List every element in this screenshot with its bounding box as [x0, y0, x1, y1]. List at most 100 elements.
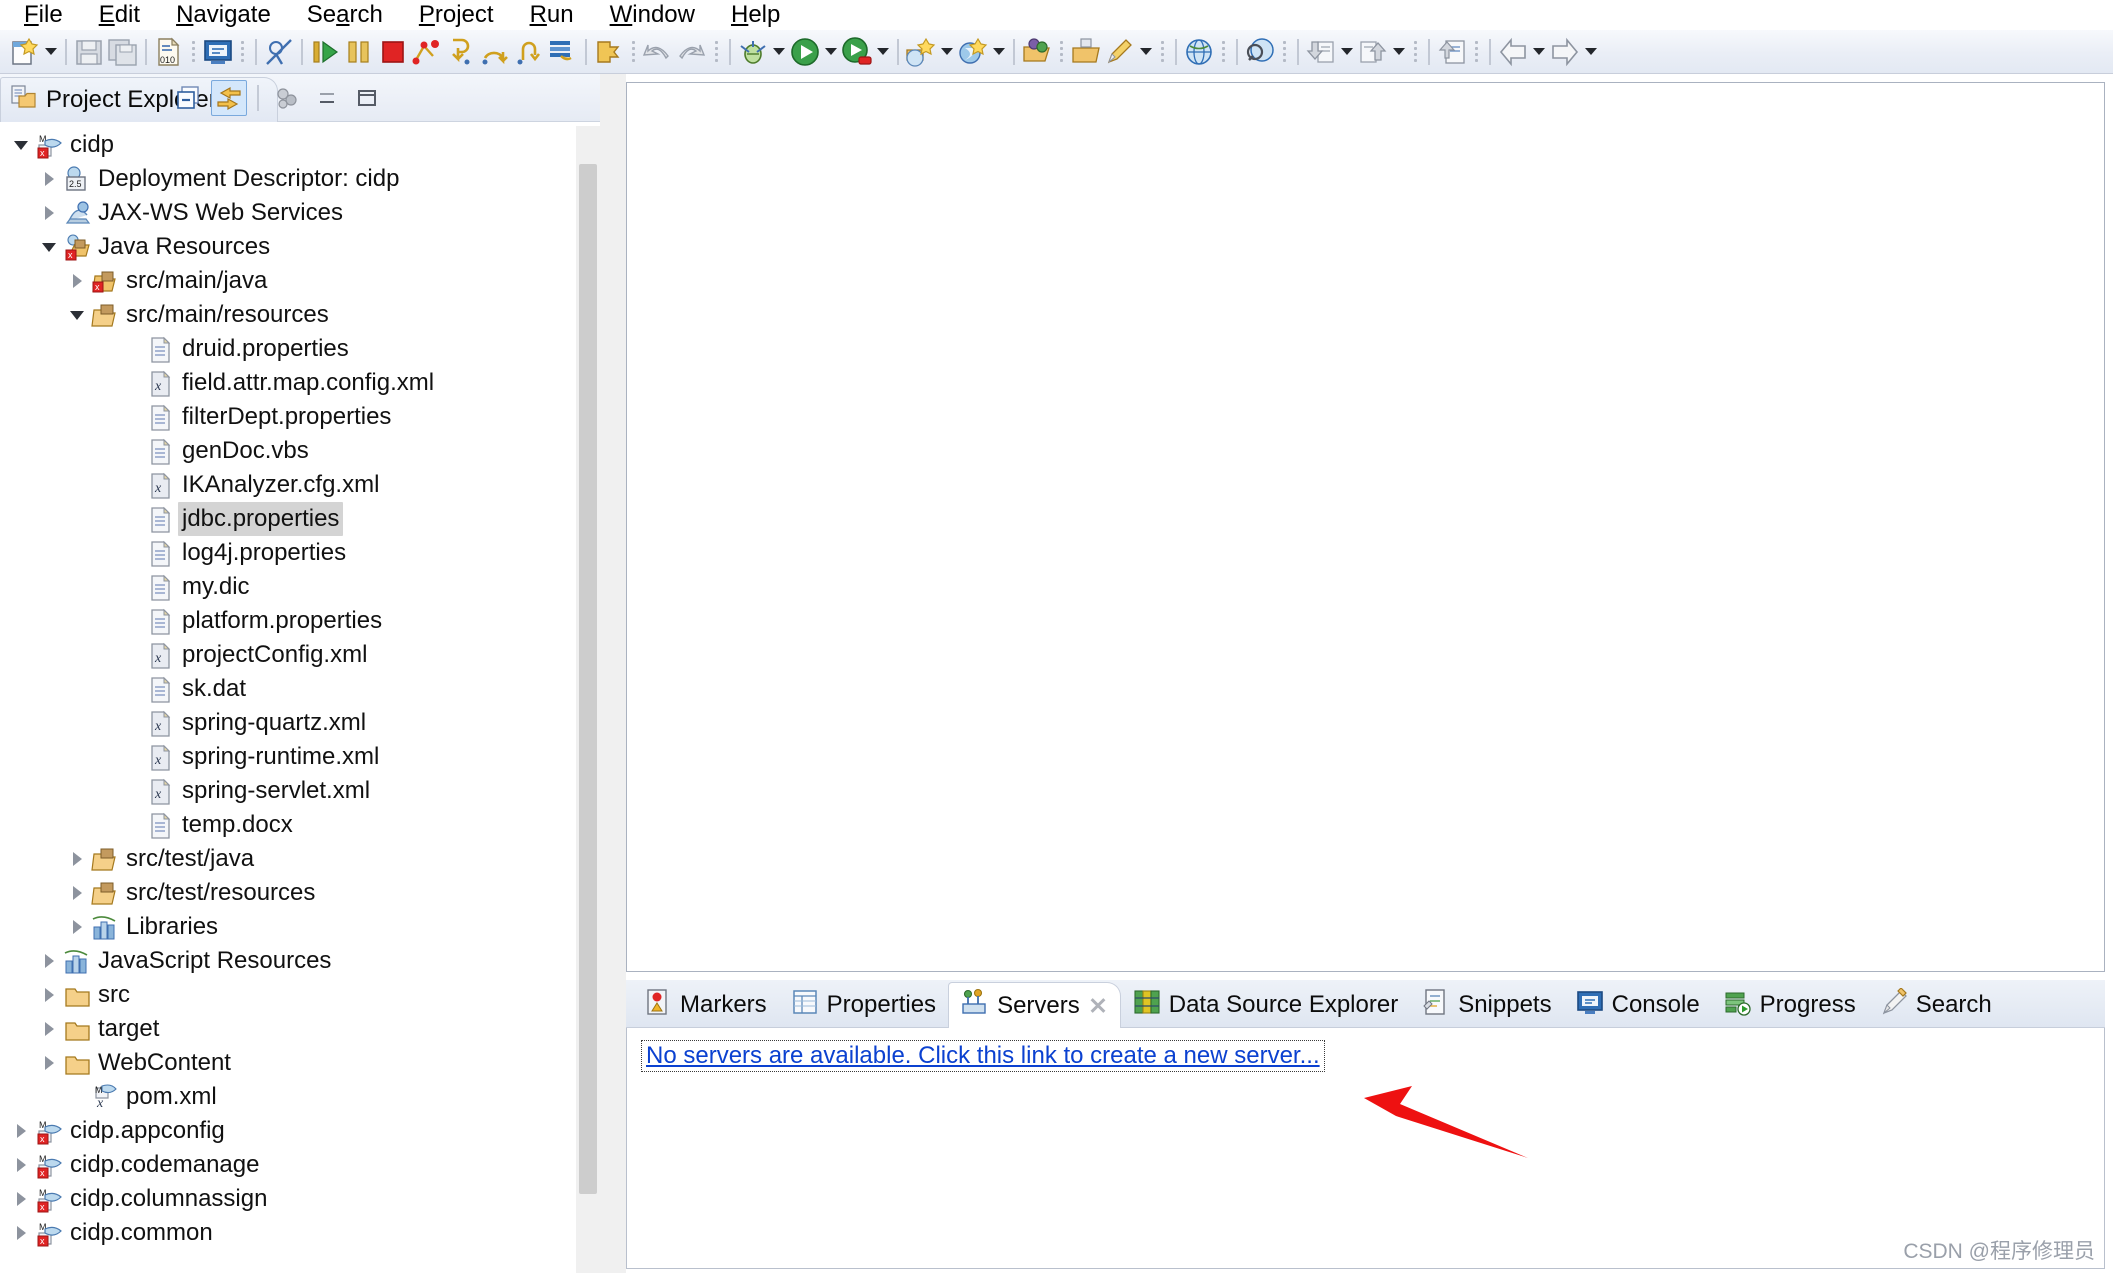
menu-item-search[interactable]: Search: [289, 0, 401, 30]
tree-item[interactable]: log4j.properties: [0, 536, 600, 570]
tree-item[interactable]: target: [0, 1012, 600, 1046]
tree-item[interactable]: WebContent: [0, 1046, 600, 1080]
tree-item[interactable]: Mx cidp.common: [0, 1216, 600, 1250]
servers-view-content[interactable]: No servers are available. Click this lin…: [626, 1028, 2105, 1269]
tree-item[interactable]: Mx cidp.columnassign: [0, 1182, 600, 1216]
step-return-icon[interactable]: [512, 35, 546, 69]
tree-item[interactable]: sk.dat: [0, 672, 600, 706]
new-jsp-file-icon[interactable]: 010: [152, 35, 186, 69]
open-task-icon[interactable]: [1069, 35, 1103, 69]
tree-item[interactable]: Mx cidp: [0, 128, 600, 162]
tree-item[interactable]: my.dic: [0, 570, 600, 604]
menu-item-help[interactable]: Help: [713, 0, 798, 30]
tab-progress[interactable]: Progress: [1712, 983, 1868, 1027]
tree-item[interactable]: x field.attr.map.config.xml: [0, 366, 600, 400]
new-spring-bean-icon[interactable]: [956, 35, 990, 69]
collapse-all-icon[interactable]: [171, 80, 207, 116]
run-as-server-icon[interactable]: [840, 35, 874, 69]
view-menu-icon[interactable]: [269, 80, 305, 116]
tab-servers[interactable]: Servers: [948, 982, 1121, 1028]
tree-item[interactable]: Mx pom.xml: [0, 1080, 600, 1114]
minimize-icon[interactable]: [309, 80, 345, 116]
scrollbar-thumb[interactable]: [579, 164, 597, 1194]
tree-item[interactable]: Mx cidp.codemanage: [0, 1148, 600, 1182]
tree-item[interactable]: x spring-servlet.xml: [0, 774, 600, 808]
new-wizard-icon[interactable]: [8, 35, 42, 69]
menu-item-window[interactable]: Window: [592, 0, 713, 30]
tab-markers[interactable]: Markers: [632, 983, 779, 1027]
new-annotation-icon[interactable]: [1103, 35, 1137, 69]
project-tree[interactable]: Mx cidp 2.5 Deployment Descriptor: cidp JAX-…: [0, 122, 600, 1273]
link-with-editor-icon[interactable]: [211, 80, 247, 116]
menu-item-run[interactable]: Run: [512, 0, 592, 30]
twisty-right-icon[interactable]: [64, 876, 90, 910]
close-icon[interactable]: [1088, 996, 1108, 1016]
twisty-down-icon[interactable]: [8, 128, 34, 162]
tree-item[interactable]: src/test/resources: [0, 876, 600, 910]
chevron-down-icon[interactable]: [990, 35, 1008, 69]
twisty-right-icon[interactable]: [64, 264, 90, 298]
tree-item[interactable]: x spring-quartz.xml: [0, 706, 600, 740]
skip-breakpoints-icon[interactable]: [262, 35, 296, 69]
tab-search[interactable]: Search: [1868, 983, 2004, 1027]
tree-item[interactable]: x projectConfig.xml: [0, 638, 600, 672]
step-into-icon[interactable]: [444, 35, 478, 69]
tree-item[interactable]: filterDept.properties: [0, 400, 600, 434]
chevron-down-icon[interactable]: [1530, 35, 1548, 69]
twisty-down-icon[interactable]: [64, 298, 90, 332]
tree-item[interactable]: 2.5 Deployment Descriptor: cidp: [0, 162, 600, 196]
twisty-right-icon[interactable]: [64, 910, 90, 944]
tree-item[interactable]: druid.properties: [0, 332, 600, 366]
view-sash[interactable]: [600, 74, 626, 1273]
suspend-icon[interactable]: [342, 35, 376, 69]
chevron-down-icon[interactable]: [1137, 35, 1155, 69]
tab-console[interactable]: Console: [1564, 983, 1712, 1027]
tree-item[interactable]: x Java Resources: [0, 230, 600, 264]
run-icon[interactable]: [788, 35, 822, 69]
save-all-icon[interactable]: [106, 35, 140, 69]
previous-annotation-icon[interactable]: [1435, 35, 1469, 69]
twisty-right-icon[interactable]: [36, 1012, 62, 1046]
step-over-icon[interactable]: [478, 35, 512, 69]
tree-vertical-scrollbar[interactable]: [576, 126, 600, 1273]
menu-item-file[interactable]: File: [6, 0, 81, 30]
tree-item[interactable]: x src/main/java: [0, 264, 600, 298]
twisty-right-icon[interactable]: [36, 944, 62, 978]
search-globe-icon[interactable]: [1243, 35, 1277, 69]
chevron-down-icon[interactable]: [1582, 35, 1600, 69]
tree-item[interactable]: Libraries: [0, 910, 600, 944]
maximize-icon[interactable]: [349, 80, 385, 116]
twisty-down-icon[interactable]: [36, 230, 62, 264]
use-step-filters-icon[interactable]: [592, 35, 626, 69]
tree-item[interactable]: JavaScript Resources: [0, 944, 600, 978]
twisty-right-icon[interactable]: [36, 162, 62, 196]
tree-item[interactable]: JAX-WS Web Services: [0, 196, 600, 230]
import-icon[interactable]: [1304, 35, 1338, 69]
tree-item[interactable]: Mx cidp.appconfig: [0, 1114, 600, 1148]
open-terminal-icon[interactable]: [201, 35, 235, 69]
open-type-icon[interactable]: [1020, 35, 1054, 69]
debug-icon[interactable]: [736, 35, 770, 69]
twisty-right-icon[interactable]: [36, 1046, 62, 1080]
back-icon[interactable]: [1496, 35, 1530, 69]
tree-item[interactable]: x spring-runtime.xml: [0, 740, 600, 774]
twisty-right-icon[interactable]: [36, 978, 62, 1012]
tab-snippets[interactable]: Snippets: [1410, 983, 1563, 1027]
editor-area[interactable]: [626, 82, 2105, 972]
tree-item[interactable]: src/main/resources: [0, 298, 600, 332]
forward-icon[interactable]: [1548, 35, 1582, 69]
menu-item-project[interactable]: Project: [401, 0, 512, 30]
menu-item-edit[interactable]: Edit: [81, 0, 158, 30]
twisty-right-icon[interactable]: [36, 196, 62, 230]
chevron-down-icon[interactable]: [874, 35, 892, 69]
chevron-down-icon[interactable]: [42, 35, 60, 69]
terminate-icon[interactable]: [376, 35, 410, 69]
tree-item[interactable]: temp.docx: [0, 808, 600, 842]
export-icon[interactable]: [1356, 35, 1390, 69]
tab-data-source-explorer[interactable]: Data Source Explorer: [1121, 983, 1410, 1027]
new-java-ee-icon[interactable]: [904, 35, 938, 69]
resume-icon[interactable]: [308, 35, 342, 69]
twisty-right-icon[interactable]: [8, 1114, 34, 1148]
redo-icon[interactable]: [675, 35, 709, 69]
chevron-down-icon[interactable]: [770, 35, 788, 69]
